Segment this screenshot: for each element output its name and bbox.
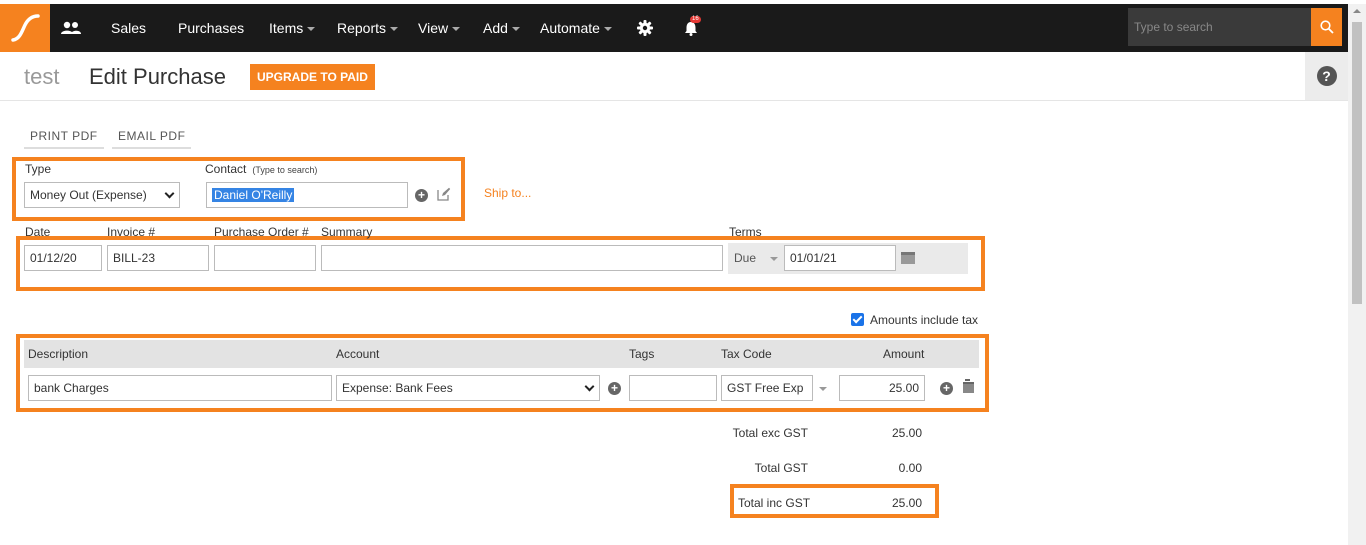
chevron-down-icon (770, 257, 778, 261)
chevron-down-icon (603, 27, 612, 32)
line-items-header (24, 340, 979, 368)
ship-to-link[interactable]: Ship to... (484, 186, 531, 200)
calendar-icon[interactable] (901, 252, 915, 264)
date-input[interactable]: 01/12/20 (24, 245, 102, 271)
upgrade-to-paid-button[interactable]: UPGRADE TO PAID (250, 64, 375, 90)
nav-sales[interactable]: Sales (111, 4, 146, 52)
chevron-down-icon (511, 27, 520, 32)
amounts-include-tax-label: Amounts include tax (870, 313, 979, 327)
email-pdf-button[interactable]: EMAIL PDF (112, 125, 192, 149)
help-button[interactable]: ? (1305, 52, 1348, 100)
purchase-order-label: Purchase Order # (214, 225, 309, 239)
col-tax-code: Tax Code (721, 347, 772, 361)
chevron-down-icon (584, 381, 595, 391)
chevron-down-icon (452, 27, 461, 32)
nav-view[interactable]: View (418, 4, 461, 52)
chevron-down-icon (164, 188, 175, 198)
contact-label: Contact (Type to search) (205, 162, 318, 176)
logo-swoosh-icon (11, 14, 40, 42)
terms-date-input[interactable]: 01/01/21 (784, 245, 896, 271)
print-pdf-button[interactable]: PRINT PDF (24, 125, 104, 149)
add-line-plus-icon[interactable]: + (940, 382, 953, 395)
edit-contact-icon[interactable] (437, 187, 451, 201)
search-button[interactable] (1311, 8, 1342, 46)
line-tax-code-input[interactable]: GST Free Exp (721, 375, 813, 401)
org-name: test (24, 64, 60, 89)
page-scrollbar[interactable] (1348, 4, 1366, 545)
total-inc-gst-label: Total inc GST (738, 496, 811, 510)
contact-hint: (Type to search) (252, 165, 318, 175)
type-select[interactable]: Money Out (Expense) (24, 182, 180, 208)
summary-label: Summary (321, 225, 373, 239)
add-account-plus-icon[interactable]: + (608, 382, 621, 395)
header-divider (0, 100, 1348, 101)
page-title: Edit Purchase (89, 64, 226, 89)
gear-icon[interactable] (634, 4, 656, 52)
col-description: Description (28, 347, 89, 361)
notification-count-badge: 16 (690, 16, 701, 23)
scroll-up-arrow-icon[interactable] (1353, 9, 1361, 13)
total-gst-label: Total GST (754, 461, 808, 475)
contact-input[interactable]: Daniel O'Reilly (206, 182, 408, 208)
line-tags-input[interactable] (629, 375, 717, 401)
contacts-icon[interactable] (58, 4, 84, 52)
invoice-number-input[interactable]: BILL-23 (107, 245, 209, 271)
invoice-label: Invoice # (107, 225, 156, 239)
nav-add[interactable]: Add (483, 4, 520, 52)
search-icon (1319, 20, 1334, 34)
terms-label: Terms (729, 225, 762, 239)
nav-reports[interactable]: Reports (337, 4, 399, 52)
delete-line-trash-icon[interactable] (963, 379, 974, 393)
notification-bell-icon[interactable]: 16 (680, 4, 702, 52)
line-description-input[interactable]: bank Charges (28, 375, 332, 401)
purchase-order-input[interactable] (214, 245, 316, 271)
type-label: Type (25, 162, 52, 176)
search-input[interactable] (1128, 8, 1311, 46)
total-exc-gst-label: Total exc GST (732, 426, 808, 440)
total-exc-gst-value: 25.00 (891, 426, 922, 440)
nav-automate[interactable]: Automate (540, 4, 612, 52)
help-icon: ? (1316, 66, 1337, 86)
app-logo[interactable] (0, 4, 50, 52)
line-amount-input[interactable]: 25.00 (839, 375, 925, 401)
amounts-include-tax-checkbox[interactable] (851, 313, 864, 326)
line-account-select[interactable]: Expense: Bank Fees (336, 375, 600, 401)
total-gst-value: 0.00 (898, 461, 922, 475)
summary-input[interactable] (321, 245, 723, 271)
nav-items[interactable]: Items (269, 4, 316, 52)
scrollbar-thumb[interactable] (1352, 22, 1362, 304)
date-label: Date (25, 225, 51, 239)
chevron-down-icon (390, 27, 399, 32)
chevron-down-icon[interactable] (819, 387, 827, 391)
total-inc-gst-value: 25.00 (891, 496, 922, 510)
top-nav-bar: Sales Purchases Items Reports View Add A… (0, 4, 1348, 52)
col-account: Account (336, 347, 380, 361)
add-contact-plus-icon[interactable]: + (415, 189, 428, 202)
col-tags: Tags (629, 347, 655, 361)
nav-purchases[interactable]: Purchases (178, 4, 244, 52)
col-amount: Amount (883, 347, 925, 361)
chevron-down-icon (307, 27, 316, 32)
